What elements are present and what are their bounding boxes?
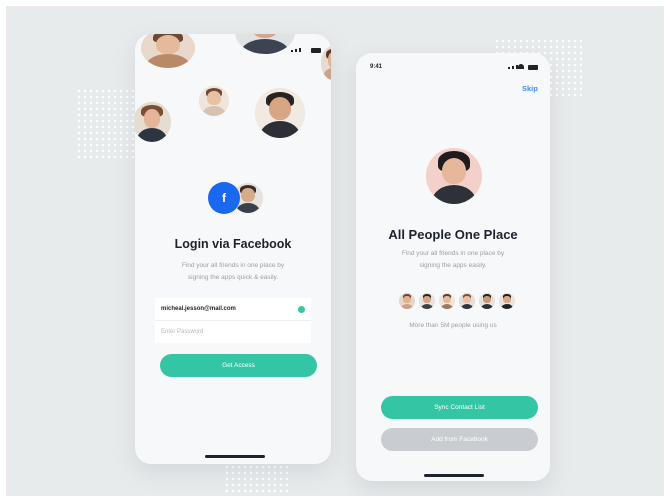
sync-contact-list-button[interactable]: Sync Contact List [381,396,538,419]
avatar [426,148,482,204]
avatar [255,88,305,138]
home-indicator [424,474,484,477]
subtitle: Find your all friends in one place by [181,262,285,269]
facebook-icon: f [208,182,240,214]
avatar [235,34,295,54]
avatar [479,293,495,309]
signal-icon [508,65,518,69]
people-phone-screen: 9:41 Skip All People One Place Find your… [356,53,550,481]
check-icon [298,306,305,313]
people-caption: More than 5M people using us [409,322,497,329]
password-placeholder: Enter Password [161,329,204,335]
subtitle: Find your all friends in one place by [401,250,505,257]
avatar [141,34,195,68]
avatar [459,293,475,309]
get-access-button[interactable]: Get Access [160,354,317,377]
subtitle: signing the apps easily. [419,262,487,269]
avatar [321,46,331,80]
page-title: All People One Place [388,227,518,242]
login-phone-screen: f Login via Facebook Find your all frien… [135,34,331,464]
status-time: 9:41 [370,64,383,70]
subtitle: signing the apps quick & easily. [187,274,279,281]
page-title: Login via Facebook [174,237,292,251]
battery-icon [311,48,321,53]
email-value: micheal.jesson@mail.com [161,306,236,312]
avatar [399,293,415,309]
avatar [419,293,435,309]
signal-icon [291,48,301,52]
password-field[interactable]: Enter Password [155,321,311,343]
decorative-dots [76,88,138,160]
home-indicator [205,455,265,458]
avatar [499,293,515,309]
avatar [199,86,229,116]
add-from-facebook-button[interactable]: Add from Facebook [381,428,538,451]
mockup-canvas: f Login via Facebook Find your all frien… [6,6,664,496]
email-field[interactable]: micheal.jesson@mail.com [155,298,311,320]
battery-icon [528,65,538,70]
skip-link[interactable]: Skip [522,84,538,93]
avatar [439,293,455,309]
wifi-icon [518,64,524,69]
avatar [135,102,171,142]
